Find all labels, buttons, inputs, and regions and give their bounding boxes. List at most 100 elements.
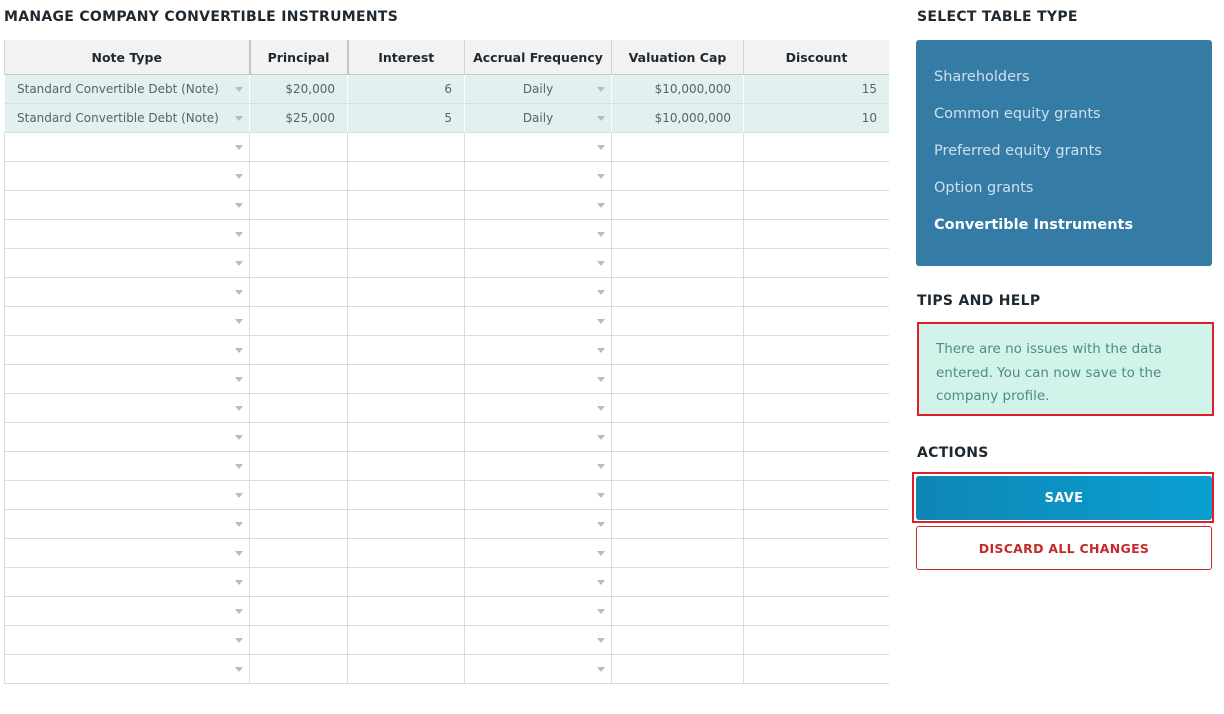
- discount-cell[interactable]: [743, 451, 889, 481]
- valuation-cap-cell[interactable]: [611, 480, 744, 510]
- chevron-down-icon[interactable]: [597, 319, 605, 324]
- accrual-frequency-cell[interactable]: [464, 277, 612, 307]
- chevron-down-icon[interactable]: [235, 232, 243, 237]
- column-header-discount[interactable]: Discount: [743, 40, 889, 75]
- principal-cell[interactable]: [249, 596, 348, 626]
- note-type-cell[interactable]: [4, 132, 250, 162]
- principal-cell[interactable]: [249, 625, 348, 655]
- note-type-cell[interactable]: [4, 306, 250, 336]
- interest-cell[interactable]: [347, 219, 465, 249]
- valuation-cap-cell[interactable]: [611, 306, 744, 336]
- principal-cell[interactable]: $20,000: [249, 74, 348, 104]
- discount-cell[interactable]: [743, 509, 889, 539]
- principal-cell[interactable]: [249, 335, 348, 365]
- chevron-down-icon[interactable]: [597, 493, 605, 498]
- chevron-down-icon[interactable]: [235, 493, 243, 498]
- note-type-cell[interactable]: [4, 248, 250, 278]
- chevron-down-icon[interactable]: [597, 667, 605, 672]
- valuation-cap-cell[interactable]: [611, 596, 744, 626]
- interest-cell[interactable]: [347, 190, 465, 220]
- interest-cell[interactable]: 6: [347, 74, 465, 104]
- chevron-down-icon[interactable]: [597, 406, 605, 411]
- principal-cell[interactable]: [249, 277, 348, 307]
- column-header-principal[interactable]: Principal: [248, 40, 348, 75]
- principal-cell[interactable]: [249, 393, 348, 423]
- chevron-down-icon[interactable]: [597, 464, 605, 469]
- note-type-cell[interactable]: [4, 596, 250, 626]
- chevron-down-icon[interactable]: [597, 261, 605, 266]
- note-type-cell[interactable]: [4, 480, 250, 510]
- chevron-down-icon[interactable]: [597, 609, 605, 614]
- chevron-down-icon[interactable]: [597, 290, 605, 295]
- principal-cell[interactable]: [249, 364, 348, 394]
- interest-cell[interactable]: 5: [347, 103, 465, 133]
- chevron-down-icon[interactable]: [235, 116, 243, 121]
- discount-cell[interactable]: 10: [743, 103, 889, 133]
- accrual-frequency-cell[interactable]: [464, 161, 612, 191]
- interest-cell[interactable]: [347, 161, 465, 191]
- interest-cell[interactable]: [347, 335, 465, 365]
- interest-cell[interactable]: [347, 654, 465, 684]
- chevron-down-icon[interactable]: [235, 319, 243, 324]
- save-button[interactable]: SAVE: [916, 476, 1212, 520]
- discount-cell[interactable]: [743, 364, 889, 394]
- chevron-down-icon[interactable]: [235, 290, 243, 295]
- interest-cell[interactable]: [347, 277, 465, 307]
- discount-cell[interactable]: [743, 248, 889, 278]
- discount-cell[interactable]: [743, 538, 889, 568]
- chevron-down-icon[interactable]: [235, 348, 243, 353]
- accrual-frequency-cell[interactable]: [464, 364, 612, 394]
- chevron-down-icon[interactable]: [597, 203, 605, 208]
- discount-cell[interactable]: [743, 480, 889, 510]
- chevron-down-icon[interactable]: [597, 377, 605, 382]
- accrual-frequency-cell[interactable]: [464, 625, 612, 655]
- discount-cell[interactable]: [743, 219, 889, 249]
- accrual-frequency-cell[interactable]: [464, 132, 612, 162]
- column-header-accrual-frequency[interactable]: Accrual Frequency: [464, 40, 612, 75]
- valuation-cap-cell[interactable]: $10,000,000: [611, 74, 744, 104]
- valuation-cap-cell[interactable]: [611, 538, 744, 568]
- column-header-valuation-cap[interactable]: Valuation Cap: [611, 40, 744, 75]
- accrual-frequency-cell[interactable]: [464, 306, 612, 336]
- note-type-cell[interactable]: [4, 219, 250, 249]
- chevron-down-icon[interactable]: [235, 638, 243, 643]
- discard-all-changes-button[interactable]: DISCARD ALL CHANGES: [916, 526, 1212, 570]
- note-type-cell[interactable]: Standard Convertible Debt (Note): [4, 103, 250, 133]
- note-type-cell[interactable]: [4, 625, 250, 655]
- discount-cell[interactable]: [743, 422, 889, 452]
- table-type-preferred-equity-grants[interactable]: Preferred equity grants: [934, 140, 1194, 177]
- note-type-cell[interactable]: [4, 190, 250, 220]
- principal-cell[interactable]: [249, 451, 348, 481]
- valuation-cap-cell[interactable]: [611, 422, 744, 452]
- accrual-frequency-cell[interactable]: [464, 248, 612, 278]
- note-type-cell[interactable]: [4, 364, 250, 394]
- valuation-cap-cell[interactable]: [611, 248, 744, 278]
- chevron-down-icon[interactable]: [235, 435, 243, 440]
- interest-cell[interactable]: [347, 596, 465, 626]
- chevron-down-icon[interactable]: [597, 145, 605, 150]
- principal-cell[interactable]: [249, 480, 348, 510]
- note-type-cell[interactable]: [4, 422, 250, 452]
- principal-cell[interactable]: [249, 538, 348, 568]
- note-type-cell[interactable]: [4, 509, 250, 539]
- note-type-cell[interactable]: [4, 451, 250, 481]
- note-type-cell[interactable]: [4, 654, 250, 684]
- discount-cell[interactable]: 15: [743, 74, 889, 104]
- chevron-down-icon[interactable]: [597, 551, 605, 556]
- table-type-convertible-instruments[interactable]: Convertible Instruments: [934, 214, 1194, 251]
- valuation-cap-cell[interactable]: [611, 364, 744, 394]
- accrual-frequency-cell[interactable]: Daily: [464, 103, 612, 133]
- accrual-frequency-cell[interactable]: [464, 422, 612, 452]
- interest-cell[interactable]: [347, 625, 465, 655]
- accrual-frequency-cell[interactable]: [464, 654, 612, 684]
- discount-cell[interactable]: [743, 306, 889, 336]
- chevron-down-icon[interactable]: [235, 377, 243, 382]
- interest-cell[interactable]: [347, 248, 465, 278]
- interest-cell[interactable]: [347, 422, 465, 452]
- accrual-frequency-cell[interactable]: [464, 567, 612, 597]
- principal-cell[interactable]: $25,000: [249, 103, 348, 133]
- note-type-cell[interactable]: [4, 538, 250, 568]
- table-type-common-equity-grants[interactable]: Common equity grants: [934, 103, 1194, 140]
- principal-cell[interactable]: [249, 132, 348, 162]
- discount-cell[interactable]: [743, 277, 889, 307]
